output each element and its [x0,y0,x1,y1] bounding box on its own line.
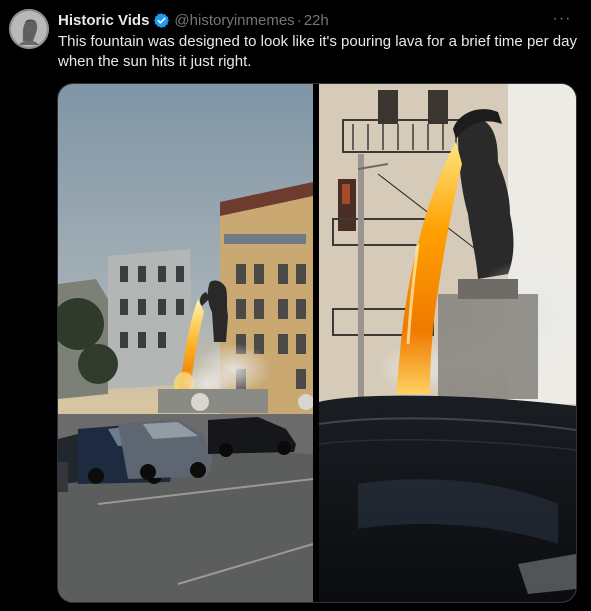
verified-badge-icon [153,12,170,29]
more-horizontal-icon: ··· [552,10,572,27]
tweet-media[interactable] [57,83,577,603]
tweet-header: Historic Vids @historyinmemes · 22h [58,10,329,30]
right-photo [318,84,576,602]
more-options-button[interactable]: ··· [550,10,574,28]
separator-dot: · [296,11,302,29]
author-name[interactable]: Historic Vids [58,12,149,29]
avatar-image [9,9,49,49]
tweet-text: This fountain was designed to look like … [58,33,577,70]
tweet[interactable]: Historic Vids @historyinmemes · 22h ··· … [0,0,591,611]
left-photo [58,84,314,602]
avatar[interactable] [9,9,49,49]
image-divider [313,84,319,602]
timestamp[interactable]: 22h [304,12,329,29]
author-handle[interactable]: @historyinmemes [174,12,294,29]
media-image [58,84,576,602]
